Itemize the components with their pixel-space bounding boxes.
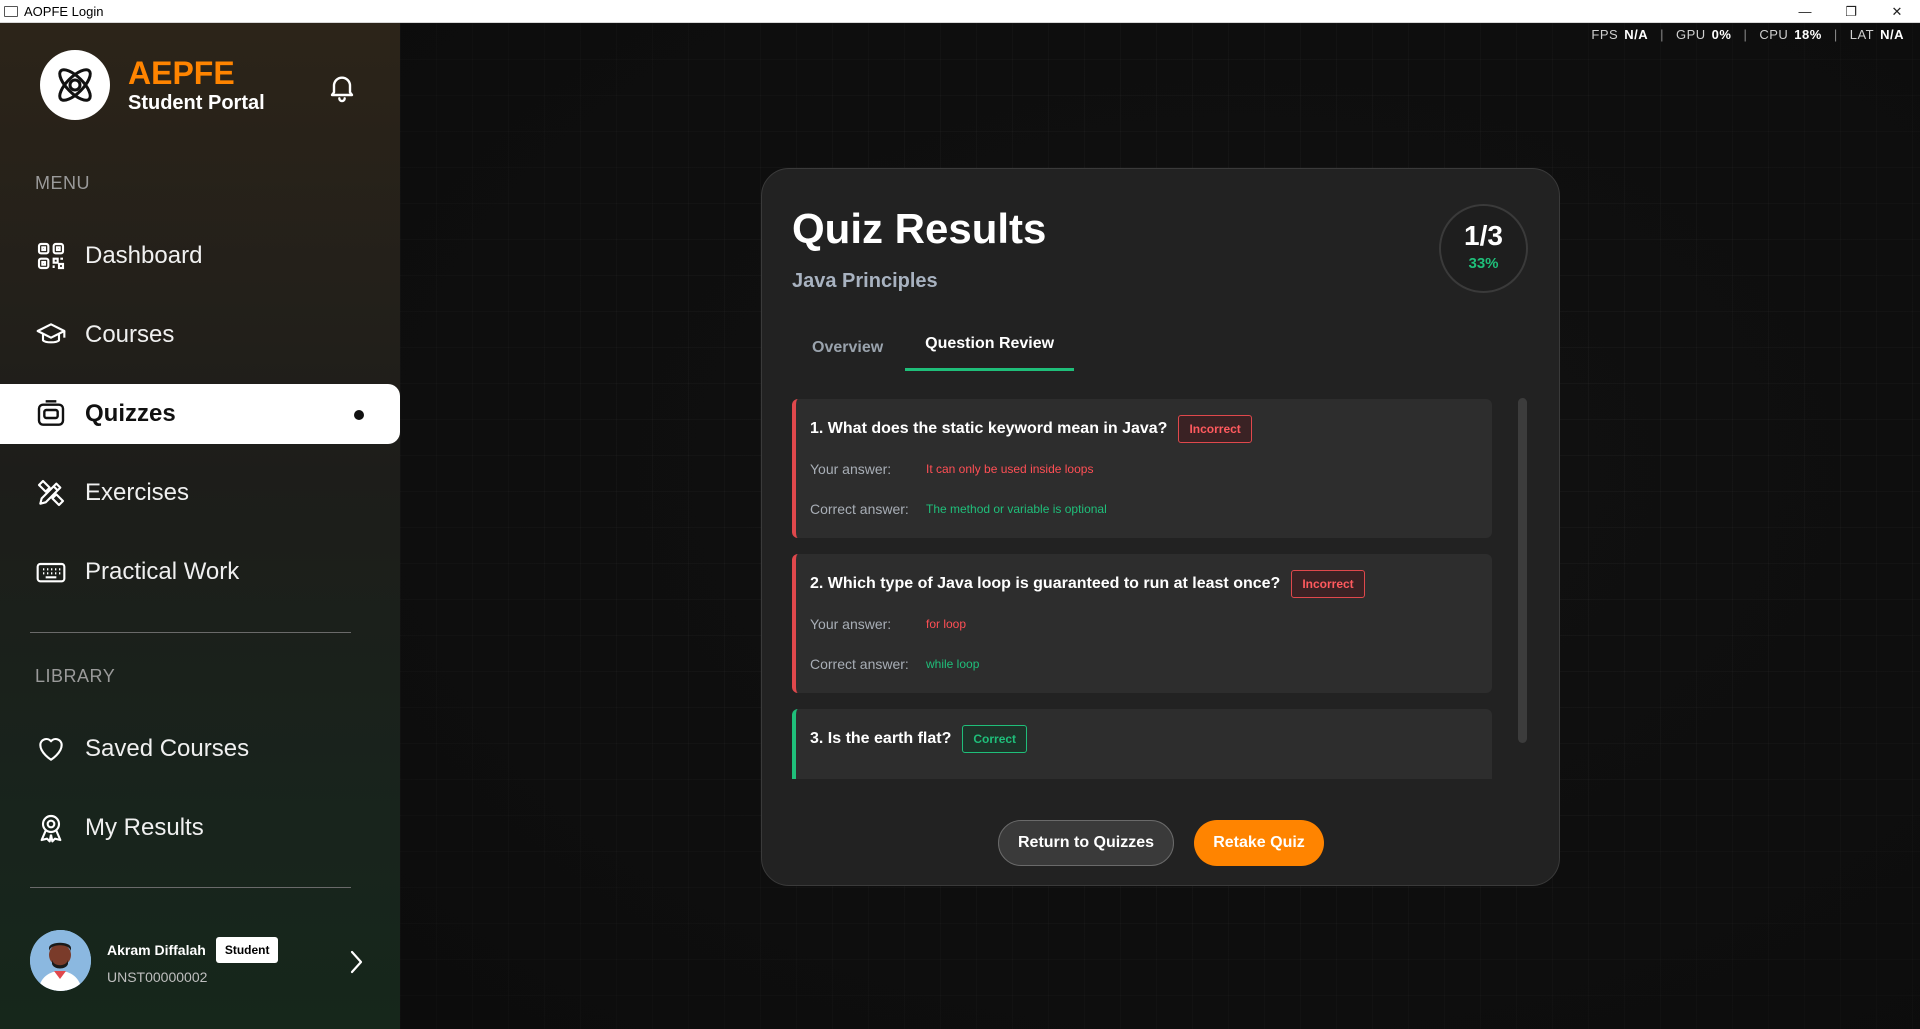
correct-answer-label: Correct answer: — [810, 501, 909, 517]
notification-bell-icon[interactable] — [322, 67, 362, 107]
status-badge: Correct — [962, 725, 1028, 753]
correct-answer-value: while loop — [926, 657, 980, 671]
sidebar-item-quizzes[interactable]: Quizzes — [0, 384, 400, 444]
window-title: AOPFE Login — [24, 3, 104, 19]
correct-answer-label: Correct answer: — [810, 656, 909, 672]
atom-logo-icon — [40, 50, 110, 120]
minimize-icon[interactable]: — — [1782, 0, 1828, 23]
cpu-value: 18% — [1794, 26, 1822, 42]
question-text: 2. Which type of Java loop is guaranteed… — [810, 575, 1281, 592]
award-icon — [34, 811, 68, 845]
avatar — [30, 930, 91, 991]
window-controls: — ❐ ✕ — [1782, 0, 1920, 23]
brand[interactable]: AEPFE Student Portal — [40, 50, 265, 120]
user-name: Akram Diffalah — [107, 941, 206, 958]
status-badge: Incorrect — [1291, 570, 1365, 598]
fps-label: FPS — [1591, 26, 1619, 42]
score-percent: 33% — [1468, 255, 1499, 272]
correct-answer-value: The method or variable is optional — [926, 502, 1107, 516]
sidebar-item-dashboard[interactable]: Dashboard — [0, 226, 400, 286]
window-titlebar: AOPFE Login — ❐ ✕ — [0, 0, 1920, 23]
qr-grid-icon — [34, 239, 68, 273]
sidebar-item-exercises[interactable]: Exercises — [0, 463, 400, 523]
heart-icon — [34, 732, 68, 766]
lat-label: LAT — [1849, 26, 1875, 42]
pencil-ruler-icon — [34, 476, 68, 510]
sidebar-item-label: Exercises — [85, 479, 190, 506]
quiz-subject: Java Principles — [792, 270, 938, 292]
close-icon[interactable]: ✕ — [1874, 0, 1920, 23]
review-scrollbar[interactable] — [1518, 398, 1527, 743]
page-title: Quiz Results — [792, 205, 1047, 252]
quiz-icon — [34, 397, 68, 431]
lat-value: N/A — [1880, 26, 1904, 42]
quiz-results-card: Quiz Results Java Principles 1/3 33% Ove… — [761, 168, 1560, 886]
chevron-right-icon[interactable] — [346, 949, 366, 980]
question-card: 1. What does the static keyword mean in … — [792, 399, 1492, 538]
sidebar-item-label: Saved Courses — [85, 735, 250, 762]
library-section-label: LIBRARY — [35, 666, 116, 686]
score-fraction: 1/3 — [1464, 220, 1503, 251]
sidebar-item-my-results[interactable]: My Results — [0, 798, 400, 858]
sidebar-item-label: Practical Work — [85, 558, 240, 585]
fps-value: N/A — [1624, 26, 1649, 42]
sidebar-item-label: Dashboard — [85, 242, 203, 269]
brand-name: AEPFE — [128, 54, 235, 91]
menu-section-label: MENU — [35, 173, 90, 193]
user-profile[interactable]: Akram Diffalah Student UNST00000002 — [30, 930, 370, 991]
app-icon — [4, 5, 18, 17]
your-answer-label: Your answer: — [810, 616, 892, 632]
sidebar-item-label: Quizzes — [85, 400, 176, 427]
sidebar: AEPFE Student Portal MENU Dashboard Cour… — [0, 23, 400, 1029]
tab-overview[interactable]: Overview — [792, 324, 903, 371]
results-tabs: Overview Question Review — [792, 324, 1075, 371]
question-review-list[interactable]: 1. What does the static keyword mean in … — [792, 399, 1492, 779]
performance-stats: FPS N/A | GPU 0% | CPU 18% | LAT N/A — [1591, 26, 1904, 42]
user-id: UNST00000002 — [107, 968, 208, 985]
sidebar-divider — [30, 632, 351, 633]
sidebar-item-label: Courses — [85, 321, 175, 348]
restore-icon[interactable]: ❐ — [1828, 0, 1874, 23]
active-indicator-dot — [354, 410, 364, 420]
your-answer-value: for loop — [926, 617, 967, 631]
your-answer-value: It can only be used inside loops — [926, 462, 1094, 476]
your-answer-label: Your answer: — [810, 461, 892, 477]
role-badge: Student — [215, 936, 279, 963]
tab-question-review[interactable]: Question Review — [905, 324, 1075, 371]
sidebar-item-saved-courses[interactable]: Saved Courses — [0, 719, 400, 779]
gpu-value: 0% — [1711, 26, 1732, 42]
return-to-quizzes-button[interactable]: Return to Quizzes — [998, 820, 1174, 866]
status-badge: Incorrect — [1178, 415, 1252, 443]
brand-subtitle: Student Portal — [128, 91, 265, 114]
gpu-label: GPU — [1675, 26, 1706, 42]
graduation-cap-icon — [34, 318, 68, 352]
question-card: 3. Is the earth flat? Correct — [792, 709, 1492, 779]
sidebar-item-practical-work[interactable]: Practical Work — [0, 542, 400, 602]
sidebar-item-label: My Results — [85, 814, 204, 841]
retake-quiz-button[interactable]: Retake Quiz — [1194, 820, 1324, 866]
question-text: 1. What does the static keyword mean in … — [810, 420, 1168, 437]
sidebar-divider — [30, 887, 351, 888]
keyboard-icon — [34, 555, 68, 589]
sidebar-item-courses[interactable]: Courses — [0, 305, 400, 365]
question-text: 3. Is the earth flat? — [810, 730, 952, 747]
score-circle: 1/3 33% — [1439, 204, 1528, 293]
question-card: 2. Which type of Java loop is guaranteed… — [792, 554, 1492, 693]
cpu-label: CPU — [1759, 26, 1789, 42]
